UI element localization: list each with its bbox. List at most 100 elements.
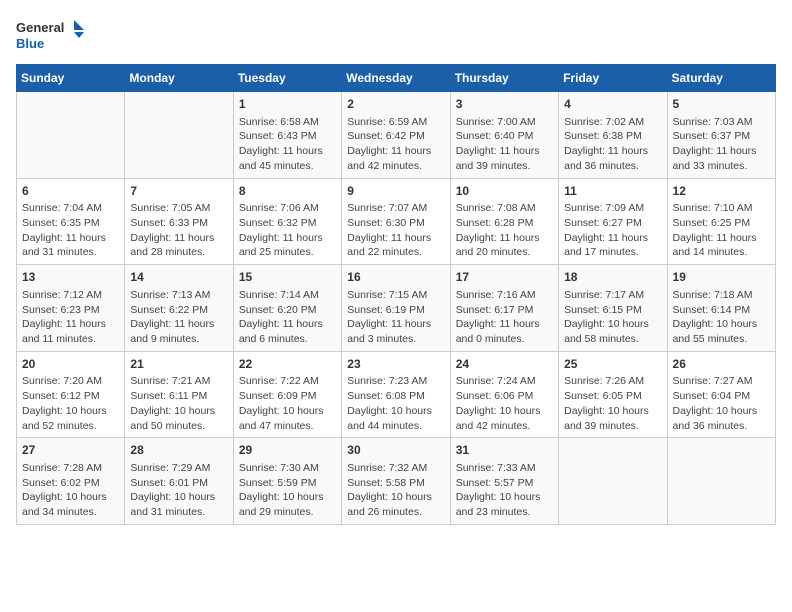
day-info: Sunrise: 7:33 AM: [456, 461, 553, 476]
calendar-cell: 7Sunrise: 7:05 AMSunset: 6:33 PMDaylight…: [125, 178, 233, 265]
day-info: Sunrise: 7:28 AM: [22, 461, 119, 476]
weekday-header-thursday: Thursday: [450, 65, 558, 92]
weekday-header-monday: Monday: [125, 65, 233, 92]
day-info: Sunrise: 7:00 AM: [456, 115, 553, 130]
calendar-cell: 29Sunrise: 7:30 AMSunset: 5:59 PMDayligh…: [233, 438, 341, 525]
calendar-cell: 30Sunrise: 7:32 AMSunset: 5:58 PMDayligh…: [342, 438, 450, 525]
day-info: Daylight: 11 hours and 42 minutes.: [347, 144, 444, 173]
day-number: 30: [347, 442, 444, 459]
calendar-cell: [125, 92, 233, 179]
day-info: Daylight: 11 hours and 28 minutes.: [130, 231, 227, 260]
day-info: Daylight: 10 hours and 55 minutes.: [673, 317, 770, 346]
day-info: Sunset: 6:02 PM: [22, 476, 119, 491]
day-info: Sunset: 6:08 PM: [347, 389, 444, 404]
calendar-cell: 24Sunrise: 7:24 AMSunset: 6:06 PMDayligh…: [450, 351, 558, 438]
week-row-2: 6Sunrise: 7:04 AMSunset: 6:35 PMDaylight…: [17, 178, 776, 265]
day-info: Sunset: 6:01 PM: [130, 476, 227, 491]
day-info: Sunrise: 7:22 AM: [239, 374, 336, 389]
calendar-cell: 17Sunrise: 7:16 AMSunset: 6:17 PMDayligh…: [450, 265, 558, 352]
day-info: Sunrise: 7:02 AM: [564, 115, 661, 130]
weekday-header-friday: Friday: [559, 65, 667, 92]
day-number: 10: [456, 183, 553, 200]
day-number: 24: [456, 356, 553, 373]
day-info: Sunset: 6:12 PM: [22, 389, 119, 404]
day-number: 6: [22, 183, 119, 200]
week-row-5: 27 Sunrise: 7:28 AMSunset: 6:02 PM Dayligh…: [17, 438, 776, 525]
day-info: Sunset: 6:35 PM: [22, 216, 119, 231]
calendar-cell: 9Sunrise: 7:07 AMSunset: 6:30 PMDaylight…: [342, 178, 450, 265]
day-info: Sunset: 6:37 PM: [673, 129, 770, 144]
page-header: General Blue: [16, 16, 776, 56]
week-row-1: 1Sunrise: 6:58 AMSunset: 6:43 PMDaylight…: [17, 92, 776, 179]
calendar-cell: 16Sunrise: 7:15 AMSunset: 6:19 PMDayligh…: [342, 265, 450, 352]
day-info: Sunset: 6:19 PM: [347, 303, 444, 318]
logo: General Blue: [16, 16, 86, 56]
day-info: Sunrise: 7:27 AM: [673, 374, 770, 389]
day-info: Daylight: 11 hours and 9 minutes.: [130, 317, 227, 346]
calendar-cell: 19 Sunrise: 7:18 AMSunset: 6:14 PMDayligh…: [667, 265, 775, 352]
day-info: Daylight: 10 hours and 42 minutes.: [456, 404, 553, 433]
svg-text:Blue: Blue: [16, 36, 44, 51]
calendar-cell: 4Sunrise: 7:02 AMSunset: 6:38 PMDaylight…: [559, 92, 667, 179]
day-number: 27: [22, 442, 119, 459]
logo-svg: General Blue: [16, 16, 86, 56]
day-info: Sunset: 6:15 PM: [564, 303, 661, 318]
day-info: Daylight: 11 hours and 22 minutes.: [347, 231, 444, 260]
day-info: Sunrise: 7:10 AM: [673, 201, 770, 216]
day-info: Sunrise: 7:29 AM: [130, 461, 227, 476]
day-info: Sunset: 6:25 PM: [673, 216, 770, 231]
day-number: 7: [130, 183, 227, 200]
day-info: Daylight: 11 hours and 31 minutes.: [22, 231, 119, 260]
day-number: 11: [564, 183, 661, 200]
day-info: Sunset: 6:27 PM: [564, 216, 661, 231]
day-number: 17: [456, 269, 553, 286]
day-info: Sunrise: 7:18 AM: [673, 288, 770, 303]
day-info: Daylight: 10 hours and 23 minutes.: [456, 490, 553, 519]
day-info: Sunset: 6:42 PM: [347, 129, 444, 144]
day-info: Sunset: 6:22 PM: [130, 303, 227, 318]
day-info: Sunset: 6:14 PM: [673, 303, 770, 318]
day-number: 31: [456, 442, 553, 459]
day-number: 2: [347, 96, 444, 113]
day-number: 23: [347, 356, 444, 373]
calendar-table: SundayMondayTuesdayWednesdayThursdayFrid…: [16, 64, 776, 525]
calendar-cell: 20Sunrise: 7:20 AMSunset: 6:12 PMDayligh…: [17, 351, 125, 438]
day-info: Sunset: 6:06 PM: [456, 389, 553, 404]
day-number: 21: [130, 356, 227, 373]
day-info: Sunrise: 7:17 AM: [564, 288, 661, 303]
weekday-header-wednesday: Wednesday: [342, 65, 450, 92]
day-info: Sunset: 5:59 PM: [239, 476, 336, 491]
day-info: Sunrise: 7:05 AM: [130, 201, 227, 216]
svg-text:General: General: [16, 20, 64, 35]
day-number: 3: [456, 96, 553, 113]
calendar-cell: 28Sunrise: 7:29 AMSunset: 6:01 PMDayligh…: [125, 438, 233, 525]
day-number: 19: [673, 269, 770, 286]
day-info: Sunrise: 6:58 AM: [239, 115, 336, 130]
calendar-cell: 31 Sunrise: 7:33 AMSunset: 5:57 PMDayligh…: [450, 438, 558, 525]
day-info: Daylight: 10 hours and 26 minutes.: [347, 490, 444, 519]
calendar-cell: 21Sunrise: 7:21 AMSunset: 6:11 PMDayligh…: [125, 351, 233, 438]
day-number: 4: [564, 96, 661, 113]
day-info: Daylight: 10 hours and 36 minutes.: [673, 404, 770, 433]
calendar-cell: 26Sunrise: 7:27 AMSunset: 6:04 PMDayligh…: [667, 351, 775, 438]
day-info: Daylight: 11 hours and 17 minutes.: [564, 231, 661, 260]
day-info: Sunrise: 7:13 AM: [130, 288, 227, 303]
calendar-cell: 14Sunrise: 7:13 AMSunset: 6:22 PMDayligh…: [125, 265, 233, 352]
day-number: 13: [22, 269, 119, 286]
day-info: Sunrise: 7:03 AM: [673, 115, 770, 130]
weekday-header-sunday: Sunday: [17, 65, 125, 92]
day-number: 1: [239, 96, 336, 113]
day-info: Sunset: 5:57 PM: [456, 476, 553, 491]
day-number: 8: [239, 183, 336, 200]
day-number: 22: [239, 356, 336, 373]
day-info: Sunrise: 7:09 AM: [564, 201, 661, 216]
day-info: Sunrise: 7:20 AM: [22, 374, 119, 389]
week-row-3: 13Sunrise: 7:12 AMSunset: 6:23 PMDayligh…: [17, 265, 776, 352]
day-info: Sunrise: 7:30 AM: [239, 461, 336, 476]
calendar-cell: 22Sunrise: 7:22 AMSunset: 6:09 PMDayligh…: [233, 351, 341, 438]
day-info: Daylight: 10 hours and 39 minutes.: [564, 404, 661, 433]
day-number: 25: [564, 356, 661, 373]
day-info: Sunset: 6:04 PM: [673, 389, 770, 404]
day-info: Daylight: 10 hours and 47 minutes.: [239, 404, 336, 433]
day-info: Sunrise: 7:12 AM: [22, 288, 119, 303]
